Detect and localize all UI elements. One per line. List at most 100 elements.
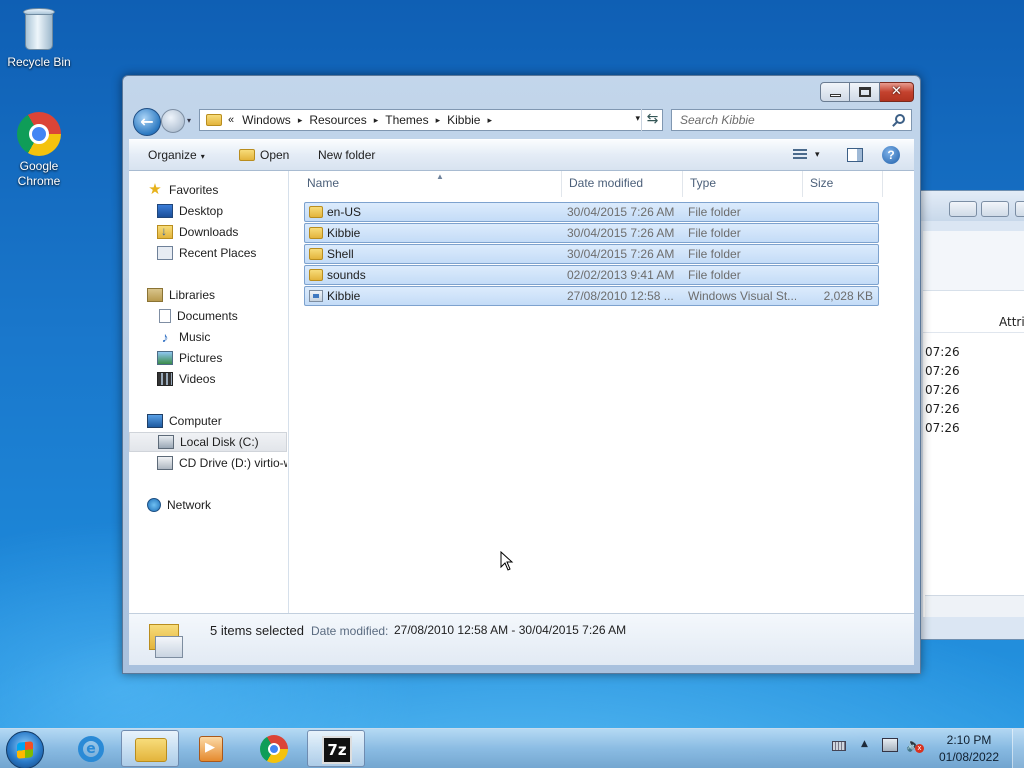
network-status-icon[interactable] xyxy=(882,738,898,752)
navigation-pane: ★ Favorites Desktop Downloads Recent Plac… xyxy=(129,171,289,613)
star-icon: ★ xyxy=(148,181,162,198)
file-name: sounds xyxy=(327,268,366,282)
date-modified-value: 27/08/2010 12:58 AM - 30/04/2015 7:26 AM xyxy=(394,623,627,637)
taskbar-chrome[interactable] xyxy=(245,730,303,767)
computer-icon xyxy=(147,414,163,428)
nav-label: Music xyxy=(179,330,211,344)
desktop-icon-google-chrome[interactable]: Google Chrome xyxy=(1,112,77,189)
preview-pane-icon[interactable] xyxy=(847,148,863,162)
bg-close-button[interactable] xyxy=(1015,201,1024,217)
column-header-date-modified[interactable]: Date modified xyxy=(562,171,683,197)
nav-label: Downloads xyxy=(179,225,239,239)
taskbar-windows-explorer[interactable] xyxy=(121,730,179,767)
file-row[interactable]: Kibbie 30/04/2015 7:26 AM File folder xyxy=(304,223,879,243)
refresh-button[interactable]: ⇆ xyxy=(641,109,663,131)
breadcrumb-separator-icon[interactable]: ▸ xyxy=(436,115,441,126)
background-window[interactable]: Attril 07:26 07:26 07:26 07:26 07:26 xyxy=(920,190,1024,640)
clock-date: 01/08/2022 xyxy=(938,750,1000,764)
start-button[interactable] xyxy=(6,731,44,768)
breadcrumb-windows[interactable]: Windows xyxy=(242,113,291,127)
time-value: 07:26 xyxy=(925,402,960,416)
breadcrumb-resources[interactable]: Resources xyxy=(309,113,366,127)
change-view-icon[interactable] xyxy=(793,149,807,161)
column-header-type[interactable]: Type xyxy=(683,171,803,197)
show-desktop-button[interactable] xyxy=(1012,729,1024,768)
nav-videos[interactable]: Videos xyxy=(157,369,287,389)
close-button[interactable]: ✕ xyxy=(880,82,914,102)
view-options-dropdown[interactable]: ▾ xyxy=(815,149,820,160)
nav-desktop[interactable]: Desktop xyxy=(157,201,287,221)
help-icon[interactable]: ? xyxy=(882,146,900,164)
column-header-size[interactable]: Size xyxy=(803,171,883,197)
nav-music[interactable]: ♪ Music xyxy=(157,327,287,347)
breadcrumb-themes[interactable]: Themes xyxy=(385,113,428,127)
recent-pages-dropdown[interactable]: ▾ xyxy=(187,116,191,125)
address-overflow-chevron[interactable]: « xyxy=(228,114,234,126)
sort-ascending-icon: ▲ xyxy=(436,172,444,181)
taskbar: e 7z ▲ 🔈 x 2:10 PM 01/08/2022 xyxy=(0,728,1024,768)
chrome-icon xyxy=(17,112,61,156)
nav-local-disk-c[interactable]: Local Disk (C:) xyxy=(129,432,287,452)
desktop-icon-recycle-bin[interactable]: Recycle Bin xyxy=(1,6,77,69)
column-header-name[interactable]: ▲ Name xyxy=(300,171,562,197)
breadcrumb-separator-icon[interactable]: ▸ xyxy=(298,115,303,126)
nav-recent-places[interactable]: Recent Places xyxy=(157,243,287,263)
explorer-window[interactable]: ✕ ← ▾ « Windows ▸ Resources ▸ Themes ▸ K… xyxy=(122,75,921,674)
new-folder-button[interactable]: New folder xyxy=(318,148,375,162)
nav-cd-drive-d[interactable]: CD Drive (D:) virtio-w xyxy=(157,453,287,473)
internet-explorer-icon: e xyxy=(78,736,104,762)
breadcrumb-kibbie[interactable]: Kibbie xyxy=(447,113,480,127)
address-bar[interactable]: « Windows ▸ Resources ▸ Themes ▸ Kibbie … xyxy=(199,109,663,131)
address-dropdown-icon[interactable]: ▾ xyxy=(635,113,640,124)
nav-downloads[interactable]: Downloads xyxy=(157,222,287,242)
taskbar-7zip[interactable]: 7z xyxy=(307,730,365,767)
seven-zip-icon: 7z xyxy=(322,736,352,764)
forward-button[interactable] xyxy=(161,109,185,133)
file-row[interactable]: Shell 30/04/2015 7:26 AM File folder xyxy=(304,244,879,264)
file-row[interactable]: sounds 02/02/2013 9:41 AM File folder xyxy=(304,265,879,285)
nav-computer[interactable]: Computer xyxy=(147,411,287,431)
file-row[interactable]: en-US 30/04/2015 7:26 AM File folder xyxy=(304,202,879,222)
keyboard-icon[interactable] xyxy=(832,741,846,751)
close-icon: ✕ xyxy=(891,84,902,99)
taskbar-media-player[interactable] xyxy=(182,730,240,767)
nav-label: Network xyxy=(167,498,212,512)
music-icon: ♪ xyxy=(161,329,169,345)
background-window-time-list: 07:26 07:26 07:26 07:26 07:26 xyxy=(925,343,960,438)
search-icon xyxy=(895,114,905,124)
background-window-titlebar[interactable] xyxy=(921,191,1024,221)
file-name: Kibbie xyxy=(327,289,361,303)
back-button[interactable]: ← xyxy=(133,108,161,136)
file-row[interactable]: Kibbie 27/08/2010 12:58 ... Windows Visu… xyxy=(304,286,879,306)
time-value: 07:26 xyxy=(925,383,960,397)
breadcrumb-separator-icon[interactable]: ▸ xyxy=(374,115,379,126)
chrome-icon xyxy=(260,735,288,763)
chevron-down-icon: ▾ xyxy=(200,152,205,161)
clock[interactable]: 2:10 PM 01/08/2022 xyxy=(930,732,1008,766)
nav-documents[interactable]: Documents xyxy=(159,306,287,326)
minimize-button[interactable] xyxy=(820,82,850,102)
open-button[interactable]: Open xyxy=(239,148,289,162)
organize-button[interactable]: Organize ▾ xyxy=(148,148,205,162)
recycle-bin-icon xyxy=(22,6,56,52)
folder-icon xyxy=(309,248,323,260)
bg-minimize-button[interactable] xyxy=(949,201,977,217)
search-input[interactable]: Search Kibbie xyxy=(671,109,912,131)
file-list[interactable]: ▲ Name Date modified Type Size en-US 30/… xyxy=(290,171,914,613)
nav-favorites[interactable]: ★ Favorites xyxy=(147,180,287,200)
cd-drive-icon xyxy=(157,456,173,470)
folder-icon xyxy=(309,227,323,239)
bg-maximize-button[interactable] xyxy=(981,201,1009,217)
videos-icon xyxy=(157,372,173,386)
folder-icon xyxy=(206,114,222,126)
nav-libraries[interactable]: Libraries xyxy=(147,285,287,305)
background-window-column-header[interactable]: Attril xyxy=(923,311,1024,333)
desktop-icon-label: Google Chrome xyxy=(17,159,61,188)
nav-network[interactable]: Network xyxy=(147,495,287,515)
nav-pictures[interactable]: Pictures xyxy=(157,348,287,368)
maximize-button[interactable] xyxy=(850,82,880,102)
show-hidden-icons-icon[interactable]: ▲ xyxy=(861,739,868,749)
taskbar-internet-explorer[interactable]: e xyxy=(61,730,119,767)
breadcrumb-separator-icon[interactable]: ▸ xyxy=(487,115,492,126)
documents-icon xyxy=(159,309,171,323)
